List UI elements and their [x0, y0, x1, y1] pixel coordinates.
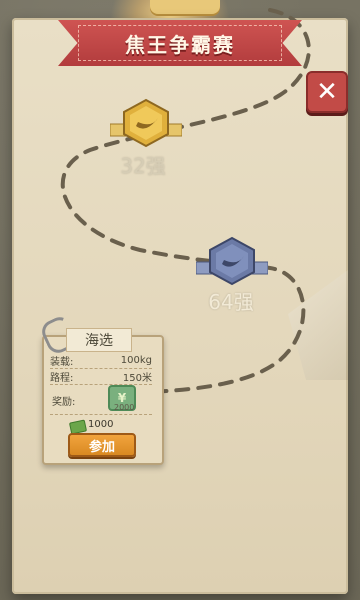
close-icon: ✕ — [316, 77, 338, 107]
load-row: 装载: 100kg — [50, 352, 152, 368]
distance-label: 路程: — [50, 372, 74, 384]
reward-value: 2000 — [114, 403, 135, 412]
page-title: 焦王争霸赛 — [125, 32, 235, 57]
distance-row: 路程: 150米 — [50, 368, 152, 384]
reward-label: 奖励: — [52, 397, 76, 408]
divider — [50, 414, 152, 415]
banana-badge-icon[interactable] — [110, 98, 182, 150]
stage-32-label: 32强 — [120, 154, 166, 178]
divider — [50, 384, 152, 385]
join-button[interactable]: 参加 — [68, 433, 136, 457]
title-banner: 焦王争霸赛 — [58, 20, 302, 66]
load-label: 装载: — [50, 356, 74, 368]
distance-value: 150米 — [122, 372, 152, 384]
close-button[interactable]: ✕ — [306, 71, 348, 113]
banana-badge-icon[interactable] — [196, 236, 268, 288]
stage-64-label: 64强 — [208, 290, 254, 314]
load-value: 100kg — [120, 354, 152, 366]
entry-cost: 1000 — [88, 419, 114, 430]
card-tag: 海选 — [66, 328, 132, 352]
